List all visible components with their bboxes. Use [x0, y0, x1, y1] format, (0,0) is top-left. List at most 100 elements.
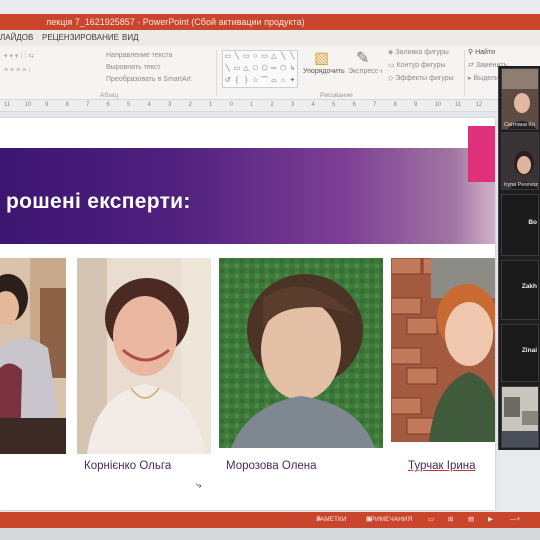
shape-gallery-item[interactable]: ↺: [223, 75, 232, 87]
find-button[interactable]: ⚲ Найти: [468, 48, 495, 56]
shape-gallery-item[interactable]: ╲: [288, 51, 297, 63]
slide-canvas[interactable]: рошені експерти: Корнієнко Ольга Морозов…: [0, 112, 500, 512]
shapes-gallery[interactable]: ▭ ╲ ▭ ○ ▭ △ ╲ ╲ ╲ ▭ △ □ ⬠ ⇨ ⬡ ↳ ↺{} ☆ ⌒ ⌓ ⌂ ✦: [222, 50, 298, 88]
video-call-panel: Світлана Кл Iryna Perevoz Bo Zakh Zinai: [498, 66, 540, 450]
participant-name-2: Iryna Perevoz: [504, 182, 538, 188]
expert-name-3: Морозова Олена: [226, 460, 317, 472]
status-bar: ≙ ЗАМЕТКИ ▣ ПРИМЕЧАНИЯ ▭ ⊞ ▤ ▶ —+: [0, 512, 540, 528]
ruler-tick-label: 9: [414, 102, 418, 108]
shape-gallery-item[interactable]: △: [242, 63, 251, 75]
screen: лекція 7_1621925857 - PowerPoint (Сбой а…: [0, 0, 540, 540]
shape-gallery-item[interactable]: ▭: [242, 51, 251, 63]
shape-gallery-item[interactable]: ╲: [279, 51, 288, 63]
expert-photo-4-image: [391, 258, 495, 442]
participant-tile-6[interactable]: [501, 386, 539, 448]
participant-label-5: Zinai: [521, 347, 537, 354]
shape-gallery-item[interactable]: △: [269, 51, 278, 63]
ruler-tick-label: 4: [311, 102, 315, 108]
ribbon-tabs: ЛАЙДОВ РЕЦЕНЗИРОВАНИЕ ВИД: [0, 30, 540, 46]
shape-gallery-item[interactable]: ⌓: [269, 75, 278, 87]
font-controls[interactable]: ▾ ▾ ▾ ⁞ ⁞ ⇆: [4, 52, 34, 60]
ruler-tick-label: 7: [86, 102, 90, 108]
expert-photo-1-image: [0, 258, 66, 454]
shape-gallery-item[interactable]: ↳: [288, 63, 297, 75]
shape-gallery-item[interactable]: ╲: [232, 51, 241, 63]
shape-gallery-item[interactable]: ○: [251, 51, 260, 63]
screen-bottom-edge: [0, 528, 540, 540]
shape-gallery-item[interactable]: ⌒: [260, 75, 269, 87]
view-sorter-icon[interactable]: ⊞: [448, 512, 453, 528]
replace-icon: ⇄: [468, 62, 476, 69]
slide-title[interactable]: рошені експерти:: [6, 190, 191, 214]
shape-fill-label: Заливка фигуры: [395, 49, 449, 56]
shape-effects-label: Эффекты фигуры: [395, 75, 454, 82]
shape-gallery-item[interactable]: ✦: [288, 75, 297, 87]
arrange-button[interactable]: Упорядочить: [303, 68, 345, 75]
window-title-bar: лекція 7_1621925857 - PowerPoint (Сбой а…: [0, 14, 540, 30]
drawing-group-label: Рисование: [320, 92, 353, 99]
ruler-tick-label: 4: [147, 102, 151, 108]
tab-slideshow[interactable]: ЛАЙДОВ: [0, 30, 33, 46]
mouse-cursor-icon: ⤷: [196, 480, 202, 491]
shape-gallery-item[interactable]: ▭: [260, 51, 269, 63]
shape-gallery-item[interactable]: ▭: [223, 51, 232, 63]
expert-photo-2[interactable]: [77, 258, 211, 454]
participant-video-6: [502, 387, 538, 447]
expert-photo-3[interactable]: [219, 258, 383, 448]
expert-photo-2-image: [77, 258, 211, 454]
view-slideshow-icon[interactable]: ▶: [488, 512, 493, 528]
window-title: лекція 7_1621925857 - PowerPoint (Сбой а…: [46, 17, 305, 27]
ruler-tick-label: 10: [434, 102, 442, 108]
shape-gallery-item[interactable]: ⇨: [269, 63, 278, 75]
ruler-tick-label: 6: [352, 102, 356, 108]
expert-name-4: Турчак Ірина: [408, 460, 476, 472]
ruler-tick-label: 3: [168, 102, 172, 108]
participant-video-1: [502, 69, 538, 129]
horizontal-ruler: 11 10 9 8 7 6 5 4 3 2 1 0 1 2 3 4 5 6 7 8 9 10 11 12: [0, 100, 500, 112]
expert-photo-4[interactable]: [391, 258, 495, 442]
ruler-tick-label: 3: [291, 102, 295, 108]
align-controls[interactable]: ≡ ≡ ≡ ≡ ⁝: [4, 66, 30, 74]
ribbon: ▾ ▾ ▾ ⁞ ⁞ ⇆ ≡ ≡ ≡ ≡ ⁝ Направление текста…: [0, 46, 540, 100]
participant-label-3: Bo: [528, 219, 537, 226]
participant-tile-2[interactable]: Iryna Perevoz: [501, 132, 539, 190]
text-direction-button[interactable]: Направление текста: [106, 52, 172, 59]
tab-view[interactable]: ВИД: [122, 30, 139, 46]
ruler-tick-label: 6: [106, 102, 110, 108]
participant-tile-3[interactable]: Bo: [501, 194, 539, 256]
shape-gallery-item[interactable]: ⬠: [260, 63, 269, 75]
shape-gallery-item[interactable]: ⌂: [279, 75, 288, 87]
shape-fill-button[interactable]: ◈ Заливка фигуры: [388, 48, 449, 56]
shape-gallery-item[interactable]: ▭: [232, 63, 241, 75]
shape-gallery-item[interactable]: ☆: [251, 75, 260, 87]
arrange-icon: ▧: [314, 50, 330, 67]
shape-outline-button[interactable]: ▭ Контур фигуры: [388, 61, 446, 69]
ruler-tick-label: 0: [229, 102, 233, 108]
shape-gallery-item[interactable]: □: [251, 63, 260, 75]
comments-label: ПРИМЕЧАНИЯ: [366, 516, 413, 523]
view-reading-icon[interactable]: ▤: [468, 512, 474, 528]
zoom-slider[interactable]: —+: [510, 512, 520, 528]
expert-photo-1[interactable]: [0, 258, 66, 454]
view-normal-icon[interactable]: ▭: [428, 512, 434, 528]
shape-gallery-item[interactable]: }: [242, 75, 251, 87]
convert-smartart-button[interactable]: Преобразовать в SmartArt: [106, 76, 191, 83]
notes-label: ЗАМЕТКИ: [316, 516, 347, 523]
outline-icon: ▭: [388, 62, 397, 69]
tab-review[interactable]: РЕЦЕНЗИРОВАНИЕ: [42, 30, 119, 46]
shape-effects-button[interactable]: ◇ Эффекты фигуры: [388, 74, 454, 82]
paragraph-group-label: Абзац: [100, 92, 119, 99]
participant-tile-5[interactable]: Zinai: [501, 324, 539, 382]
participant-tile-4[interactable]: Zakh: [501, 260, 539, 320]
align-text-button[interactable]: Выровнять текст: [106, 64, 161, 71]
find-label: Найти: [475, 49, 496, 56]
shape-gallery-item[interactable]: ╲: [223, 63, 232, 75]
ruler-tick-label: 7: [373, 102, 377, 108]
shape-gallery-item[interactable]: ⬡: [279, 63, 288, 75]
participant-tile-1[interactable]: Світлана Кл: [501, 68, 539, 130]
slide[interactable]: рошені експерти: Корнієнко Ольга Морозов…: [0, 118, 495, 510]
quick-styles-button[interactable]: Экспресс-стили: [348, 68, 382, 75]
ruler-tick-label: 10: [24, 102, 32, 108]
shape-gallery-item[interactable]: {: [232, 75, 241, 87]
expert-photo-3-image: [219, 258, 383, 448]
